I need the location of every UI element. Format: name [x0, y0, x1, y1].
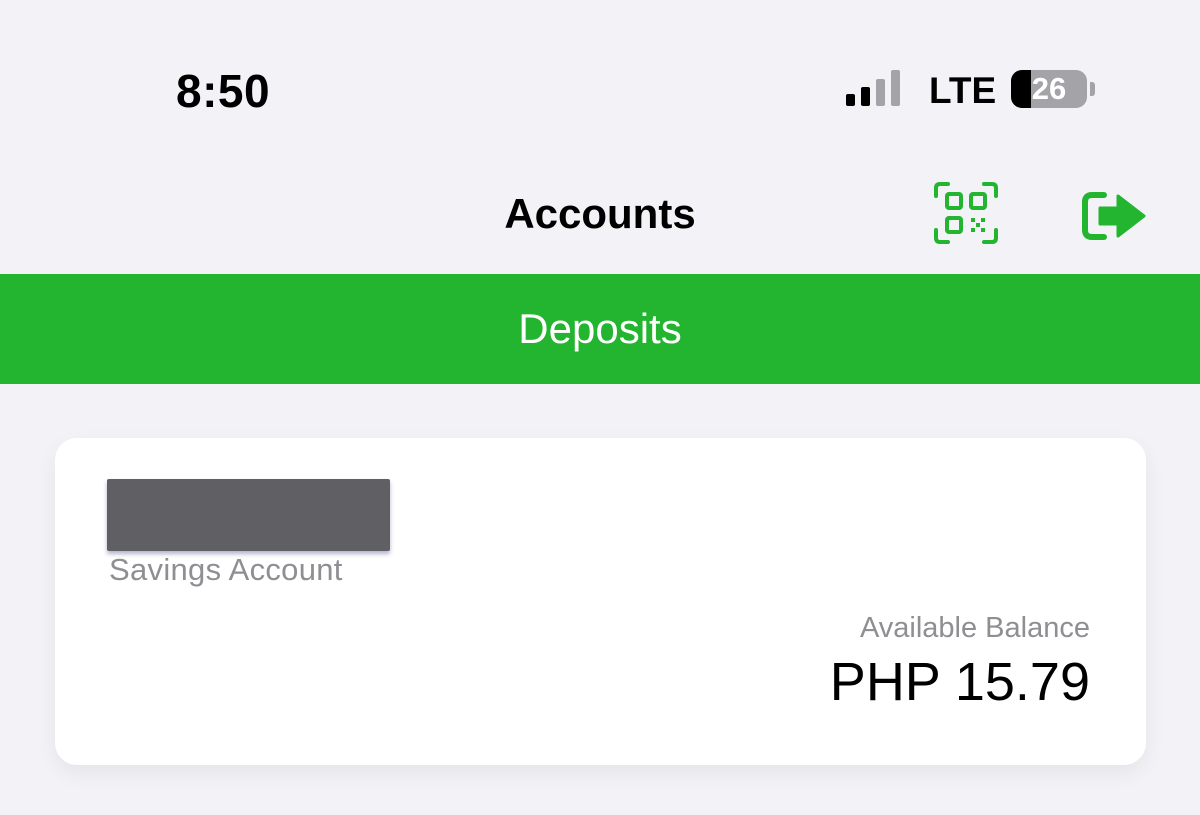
status-time: 8:50	[176, 65, 271, 117]
redacted-account-name	[107, 479, 390, 551]
battery-icon: 26	[1011, 70, 1087, 108]
balance-value: PHP 15.79	[829, 652, 1090, 712]
accounts-screen: 8:50 LTE 26 Accounts Deposits Savings Ac…	[0, 0, 1200, 815]
battery-level: 26	[1031, 71, 1067, 106]
balance-label: Available Balance	[859, 612, 1090, 644]
battery-tip	[1090, 82, 1095, 96]
logout-icon	[1082, 192, 1146, 240]
signal-bar	[876, 79, 885, 106]
qr-code-icon	[934, 182, 998, 244]
account-type: Savings Account	[109, 552, 343, 587]
tab-deposits-label: Deposits	[518, 305, 682, 352]
tab-deposits[interactable]: Deposits	[0, 274, 1200, 384]
signal-bar	[891, 70, 900, 106]
account-card[interactable]: Savings Account Available Balance PHP 15…	[55, 438, 1146, 765]
cellular-signal-icon	[846, 70, 900, 106]
page-title: Accounts	[504, 190, 696, 237]
signal-bar	[846, 94, 855, 106]
network-type: LTE	[929, 70, 997, 111]
logout-button[interactable]	[1078, 188, 1150, 244]
signal-bar	[861, 87, 870, 106]
qr-code-button[interactable]	[930, 178, 1002, 248]
